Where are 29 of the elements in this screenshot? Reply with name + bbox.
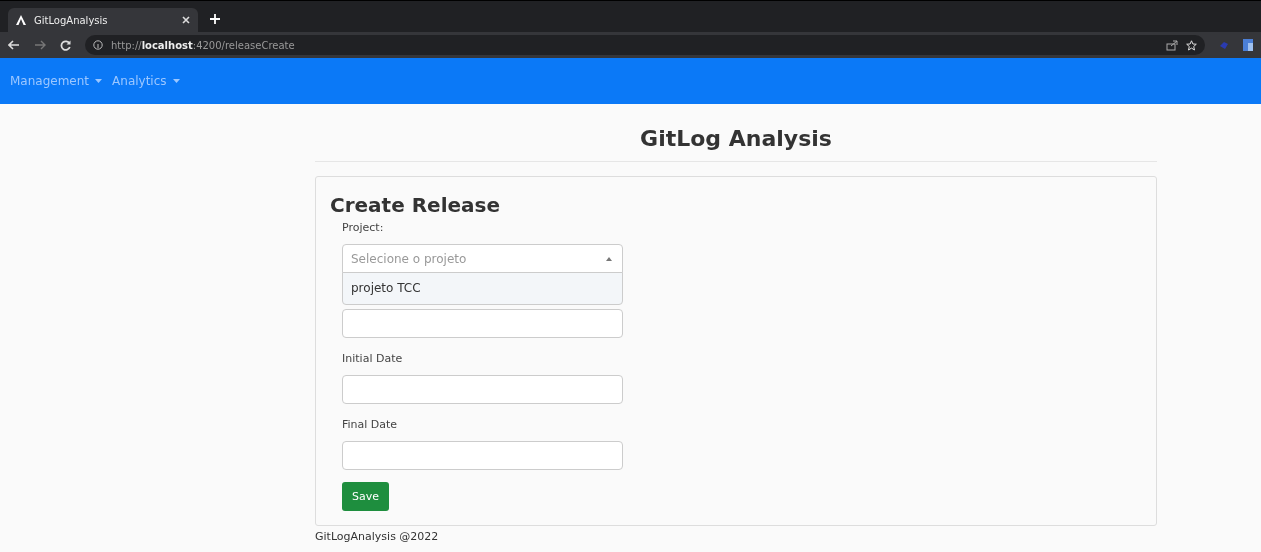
app-logo-icon: [16, 15, 26, 25]
field-label: Initial Date: [342, 352, 404, 365]
footer-text: GitLogAnalysis @2022: [315, 530, 440, 543]
reload-icon[interactable]: [60, 39, 71, 51]
input-field[interactable]: [342, 375, 623, 404]
star-icon[interactable]: [1186, 39, 1197, 51]
info-icon: [93, 40, 103, 50]
nav-menu[interactable]: Analytics: [112, 74, 180, 88]
address-bar[interactable]: http://localhost:4200/releaseCreate: [85, 35, 1205, 55]
caret-icon: [95, 79, 103, 83]
nav-menu[interactable]: Management: [10, 74, 103, 88]
dropdown-option[interactable]: projeto TCC: [343, 273, 622, 304]
input-field[interactable]: [342, 441, 623, 470]
input-field[interactable]: [342, 309, 623, 338]
save-button[interactable]: Save: [342, 482, 389, 511]
share-icon[interactable]: [1166, 39, 1178, 51]
back-icon[interactable]: [8, 40, 20, 50]
new-tab-icon[interactable]: [210, 14, 220, 24]
url-text: http://localhost:4200/releaseCreate: [111, 39, 295, 51]
browser-tab[interactable]: GitLogAnalysis: [8, 8, 198, 32]
form-heading: Create Release: [330, 193, 501, 217]
page-title: GitLog Analysis: [315, 126, 1157, 162]
close-icon[interactable]: [182, 16, 190, 24]
field-label: Final Date: [342, 418, 399, 431]
select-field[interactable]: Selecione o projeto: [342, 244, 623, 273]
caret-up-icon: [606, 256, 612, 261]
field-label: Project:: [342, 221, 385, 234]
forward-icon[interactable]: [34, 40, 46, 50]
caret-icon: [172, 79, 180, 83]
